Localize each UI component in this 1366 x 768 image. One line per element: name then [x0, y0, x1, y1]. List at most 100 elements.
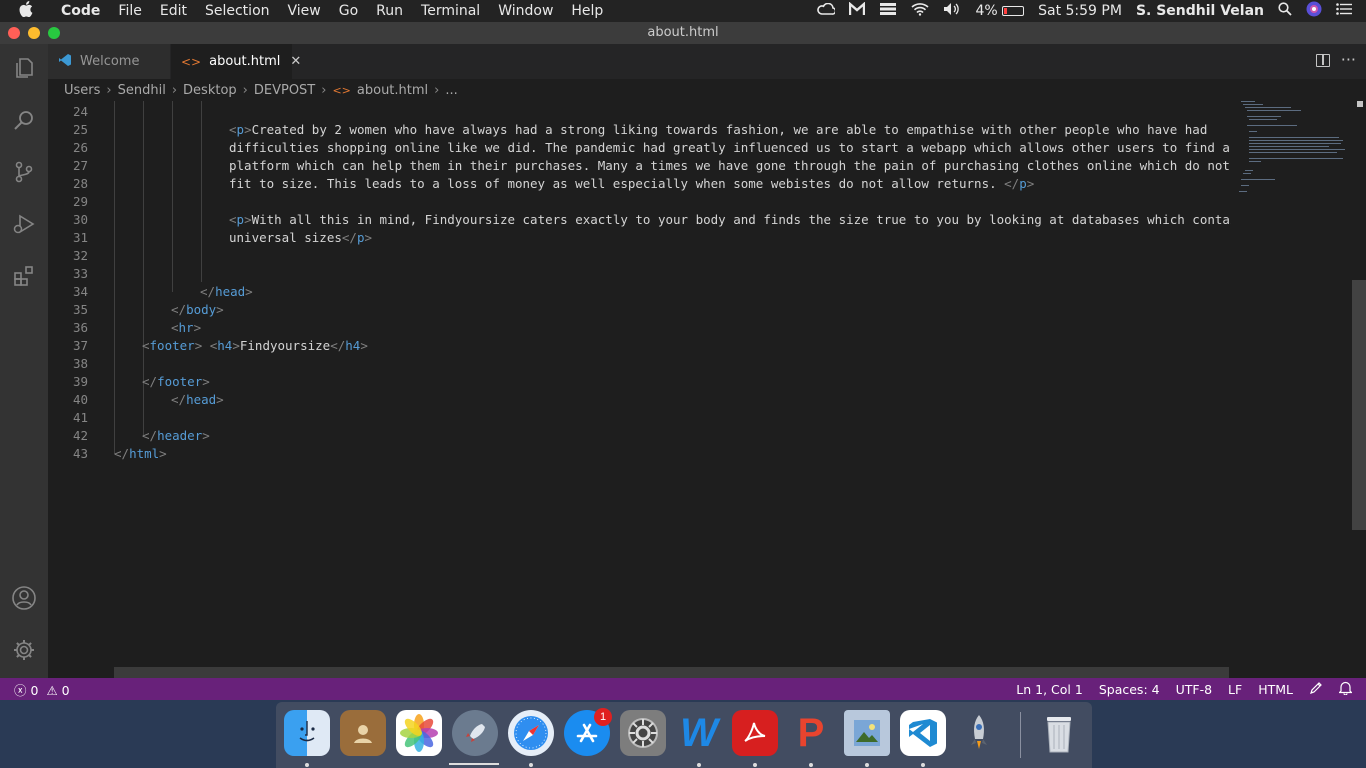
vscode-icon[interactable] — [900, 710, 946, 756]
zoom-window-button[interactable] — [48, 27, 60, 39]
breadcrumb-file[interactable]: about.html — [357, 83, 428, 98]
code-line[interactable]: 31 universal sizes</p> — [48, 229, 1231, 247]
code-line[interactable]: 34 </head> — [48, 283, 1231, 301]
breadcrumb-desktop[interactable]: Desktop — [183, 83, 237, 98]
extensions-icon[interactable] — [10, 262, 38, 290]
safari-icon[interactable] — [508, 710, 554, 756]
language-mode[interactable]: HTML — [1258, 682, 1293, 697]
powerpoint-icon[interactable]: P — [788, 710, 834, 756]
explorer-icon[interactable] — [10, 54, 38, 82]
split-editor-icon[interactable] — [1316, 54, 1330, 67]
photos-icon[interactable] — [396, 710, 442, 756]
accounts-icon[interactable] — [10, 584, 38, 612]
code-editor[interactable]: 24 25 <p>Created by 2 women who have alway… — [48, 101, 1231, 678]
word-icon[interactable]: W — [676, 710, 722, 756]
code-line[interactable]: 38 — [48, 355, 1231, 373]
code-line[interactable]: 42 </header> — [48, 427, 1231, 445]
code-line[interactable]: 27 platform which can help them in their … — [48, 157, 1231, 175]
more-actions-icon[interactable]: ··· — [1341, 50, 1356, 69]
menu-window[interactable]: Window — [489, 3, 562, 19]
code-line[interactable]: 40 </head> — [48, 391, 1231, 409]
chevron-right-icon: › — [242, 82, 248, 98]
user-name[interactable]: S. Sendhil Velan — [1136, 3, 1264, 19]
wifi-icon[interactable] — [911, 2, 929, 20]
breadcrumb-devpost[interactable]: DEVPOST — [254, 83, 315, 98]
end-of-line[interactable]: LF — [1228, 682, 1242, 697]
code-line[interactable]: 25 <p>Created by 2 women who have always … — [48, 121, 1231, 139]
search-icon[interactable] — [10, 106, 38, 134]
feedback-icon[interactable] — [1309, 681, 1323, 698]
menu-selection[interactable]: Selection — [196, 3, 279, 19]
horizontal-scrollbar[interactable] — [114, 667, 1229, 678]
code-line[interactable]: 41 — [48, 409, 1231, 427]
line-text: </header> — [142, 428, 210, 443]
minimap-line — [1249, 119, 1277, 120]
code-line[interactable]: 28 fit to size. This leads to a loss of m… — [48, 175, 1231, 193]
rocket-icon[interactable] — [956, 710, 1002, 756]
siri-icon[interactable] — [1306, 1, 1322, 21]
spotlight-search-icon[interactable] — [1278, 2, 1292, 20]
acrobat-icon[interactable] — [732, 710, 778, 756]
minimize-window-button[interactable] — [28, 27, 40, 39]
minimap[interactable] — [1231, 101, 1366, 678]
launchpad-icon[interactable] — [452, 710, 498, 756]
volume-icon[interactable] — [943, 2, 961, 20]
menu-view[interactable]: View — [279, 3, 330, 19]
code-line[interactable]: 29 — [48, 193, 1231, 211]
indentation[interactable]: Spaces: 4 — [1099, 682, 1160, 697]
menu-code[interactable]: Code — [52, 3, 109, 19]
breadcrumb-symbol[interactable]: ... — [445, 83, 457, 98]
code-line[interactable]: 43 </html> — [48, 445, 1231, 463]
code-line[interactable]: 32 — [48, 247, 1231, 265]
minimap-line — [1241, 101, 1255, 102]
creative-cloud-icon[interactable] — [817, 2, 837, 19]
system-preferences-icon[interactable] — [620, 710, 666, 756]
code-line[interactable]: 33 — [48, 265, 1231, 283]
apple-logo-icon[interactable] — [0, 1, 52, 21]
notification-center-icon[interactable] — [1336, 3, 1352, 19]
problems-indicator[interactable]: ⓧ 0 ⚠ 0 — [0, 680, 70, 699]
code-line[interactable]: 30 <p>With all this in mind, Findyoursize… — [48, 211, 1231, 229]
clock[interactable]: Sat 5:59 PM — [1038, 3, 1122, 19]
malwarebytes-icon[interactable] — [849, 1, 866, 20]
finder-icon[interactable] — [284, 710, 330, 756]
tab-welcome[interactable]: Welcome — [48, 44, 170, 79]
contacts-icon[interactable] — [340, 710, 386, 756]
breadcrumb-sendhil[interactable]: Sendhil — [118, 83, 166, 98]
run-debug-icon[interactable] — [10, 210, 38, 238]
line-number: 30 — [72, 212, 88, 227]
code-line[interactable]: 24 — [48, 103, 1231, 121]
vertical-scrollbar[interactable] — [1352, 280, 1366, 530]
code-line[interactable]: 39 </footer> — [48, 373, 1231, 391]
cursor-position[interactable]: Ln 1, Col 1 — [1016, 682, 1083, 697]
window-title: about.html — [647, 25, 719, 40]
launchpad-active-indicator — [449, 763, 499, 765]
menu-help[interactable]: Help — [562, 3, 612, 19]
line-text: </footer> — [142, 374, 210, 389]
notifications-bell-icon[interactable] — [1338, 681, 1353, 698]
settings-gear-icon[interactable] — [10, 636, 38, 664]
menu-go[interactable]: Go — [330, 3, 367, 19]
close-tab-icon[interactable]: ✕ — [290, 54, 301, 69]
menu-run[interactable]: Run — [367, 3, 412, 19]
menu-file[interactable]: File — [109, 3, 150, 19]
code-line[interactable]: 37 <footer> <h4>Findyoursize</h4> — [48, 337, 1231, 355]
dropbox-icon[interactable] — [879, 2, 897, 20]
warning-icon: ⚠ — [46, 682, 58, 698]
source-control-icon[interactable] — [10, 158, 38, 186]
code-line[interactable]: 26 difficulties shopping online like we d… — [48, 139, 1231, 157]
battery-status[interactable]: 4% — [975, 3, 1025, 19]
code-line[interactable]: 35 </body> — [48, 301, 1231, 319]
breadcrumb-users[interactable]: Users — [64, 83, 100, 98]
minimap-line — [1249, 149, 1345, 150]
macos-menu-bar: Code File Edit Selection View Go Run Ter… — [0, 0, 1366, 22]
close-window-button[interactable] — [8, 27, 20, 39]
encoding[interactable]: UTF-8 — [1176, 682, 1212, 697]
menu-terminal[interactable]: Terminal — [412, 3, 489, 19]
menu-edit[interactable]: Edit — [151, 3, 196, 19]
trash-icon[interactable] — [1036, 710, 1082, 756]
preview-icon[interactable] — [844, 710, 890, 756]
tab-about-html[interactable]: <> about.html ✕ — [171, 44, 301, 79]
line-text: fit to size. This leads to a loss of mon… — [229, 176, 1035, 191]
code-line[interactable]: 36 <hr> — [48, 319, 1231, 337]
